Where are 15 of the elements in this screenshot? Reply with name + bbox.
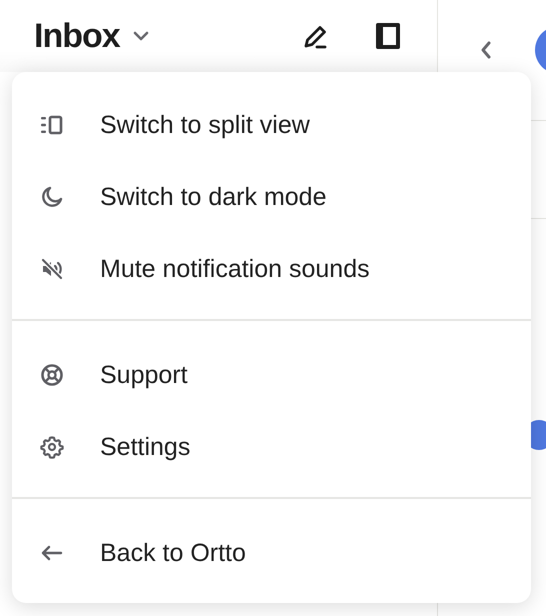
moon-icon [40, 185, 64, 209]
split-view-icon [40, 113, 64, 137]
chevron-left-icon[interactable] [479, 40, 493, 60]
menu-item[interactable]: Switch to split view [100, 110, 310, 140]
menu-item[interactable]: Settings [100, 432, 190, 462]
menu-item[interactable]: Support [100, 360, 188, 390]
muted-speaker-icon [40, 257, 64, 281]
menu-item[interactable]: Mute notification sounds [100, 254, 370, 284]
inbox-title[interactable]: Inbox [34, 16, 120, 56]
sidebar-toggle-icon[interactable] [373, 21, 403, 51]
chevron-down-icon[interactable] [132, 30, 150, 42]
menu-item[interactable]: Switch to dark mode [100, 182, 326, 212]
menu-item[interactable]: Back to Ortto [100, 538, 246, 568]
lifebuoy-icon [40, 363, 64, 387]
gear-icon [40, 435, 64, 459]
